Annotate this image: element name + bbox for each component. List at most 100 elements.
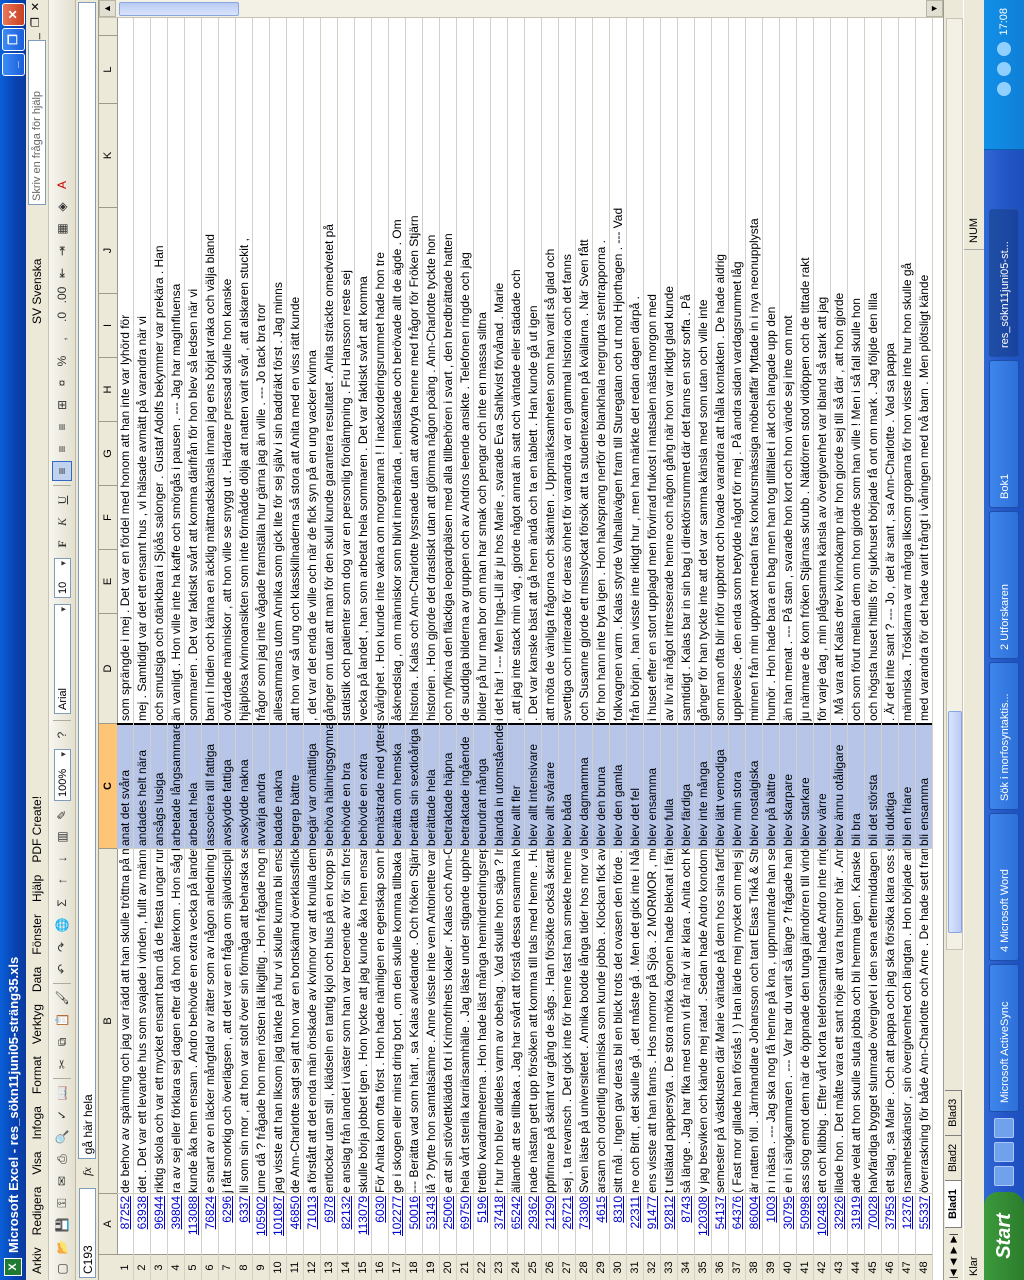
cell-d[interactable]: statistik och patienter som dog var en p… bbox=[338, 18, 354, 723]
cell-d[interactable]: för varje dag , min plågsamma känsla av … bbox=[814, 18, 830, 723]
column-header-j[interactable]: J bbox=[99, 207, 117, 293]
scroll-down-icon[interactable]: ▼ bbox=[926, 0, 943, 17]
cell-b[interactable]: riktig skola och var ett mycket ensamt b… bbox=[151, 848, 167, 1193]
tray-volume-icon[interactable] bbox=[997, 41, 1011, 56]
cell-b[interactable]: ass slog emot dem när de öppnade den tun… bbox=[797, 848, 813, 1193]
cell-d[interactable]: och nyfikna den fläckiga leopardpälsen m… bbox=[440, 18, 456, 723]
currency-icon[interactable]: ¤ bbox=[52, 373, 72, 393]
decrease-decimal-icon[interactable]: .00 bbox=[52, 285, 72, 305]
comma-icon[interactable]: , bbox=[52, 329, 72, 349]
bold-icon[interactable]: F bbox=[52, 534, 72, 554]
redo-icon[interactable]: ↷ bbox=[52, 937, 72, 957]
align-center-icon[interactable]: ≡ bbox=[52, 439, 72, 459]
cell-d[interactable]: och högsta huset hittills för sjukhuset … bbox=[865, 18, 881, 723]
row-header[interactable]: 45 bbox=[865, 1254, 881, 1280]
menu-visa[interactable]: Visa bbox=[30, 1145, 44, 1180]
cell-d[interactable]: som sprängde i mej . Det var en fördel m… bbox=[117, 18, 133, 723]
cell-d[interactable]: bilder på hur man bor om man har smak oc… bbox=[474, 18, 490, 723]
cell-d[interactable]: och Susanne gjorde ett misslyckat försök… bbox=[576, 18, 592, 723]
menu-redigera[interactable]: Redigera bbox=[30, 1181, 44, 1242]
cell-a[interactable]: 69750 bbox=[457, 1193, 473, 1254]
permission-icon[interactable]: ⚿ bbox=[52, 1193, 72, 1213]
cell-a[interactable]: 50998 bbox=[797, 1193, 813, 1254]
cut-icon[interactable]: ✂ bbox=[52, 1054, 72, 1074]
cell-b[interactable]: v jag besviken och kände mej ratad . Sed… bbox=[695, 848, 711, 1193]
row-header[interactable]: 22 bbox=[474, 1254, 490, 1280]
cell-d[interactable]: folkvagnen varm . Kalas styrde Valhallav… bbox=[610, 18, 626, 723]
cell-d[interactable]: gånger för han tyckte inte att det var s… bbox=[695, 18, 711, 723]
format-painter-icon[interactable]: 🖌 bbox=[52, 988, 72, 1008]
cell-a[interactable]: 6978 bbox=[321, 1193, 337, 1254]
row-header[interactable]: 36 bbox=[712, 1254, 728, 1280]
row-header[interactable]: 21 bbox=[457, 1254, 473, 1280]
cell-c[interactable]: blanda in utomstående bbox=[491, 723, 507, 848]
percent-icon[interactable]: % bbox=[52, 351, 72, 371]
last-sheet-icon[interactable]: ▶| bbox=[948, 1232, 959, 1244]
doc-minimize-icon[interactable]: _ bbox=[29, 33, 42, 39]
prev-sheet-icon[interactable]: ◀ bbox=[948, 1256, 959, 1268]
cell-c[interactable]: arbetade långsammare bbox=[168, 723, 184, 848]
cell-d[interactable]: humör . Hon hade bara en bag men han tog… bbox=[763, 18, 779, 723]
cell-c[interactable]: blev ensamma bbox=[644, 723, 660, 848]
row-header[interactable]: 33 bbox=[661, 1254, 677, 1280]
cell-b[interactable]: lå ? bytte hon samtalsämne . Anne visste… bbox=[423, 848, 439, 1193]
cell-a[interactable]: 21290 bbox=[542, 1193, 558, 1254]
cell-c[interactable]: bemästrade med yttersta bbox=[372, 723, 388, 848]
sort-descending-icon[interactable]: ↓ bbox=[52, 849, 72, 869]
align-left-icon[interactable]: ≡ bbox=[52, 461, 72, 481]
row-header[interactable]: 41 bbox=[797, 1254, 813, 1280]
help-icon[interactable]: ? bbox=[52, 725, 72, 745]
cell-c[interactable]: andades helt nära bbox=[134, 723, 150, 848]
row-header[interactable]: 7 bbox=[219, 1254, 235, 1280]
cell-d[interactable]: , det var det enda de ville och när de f… bbox=[304, 18, 320, 723]
row-header[interactable]: 24 bbox=[508, 1254, 524, 1280]
increase-indent-icon[interactable]: ⇥ bbox=[52, 241, 72, 261]
cell-c[interactable]: berätta sin sextioåriga bbox=[406, 723, 422, 848]
cell-c[interactable]: arbetat hela bbox=[185, 723, 201, 848]
menu-infoga[interactable]: Infoga bbox=[30, 1100, 44, 1145]
row-header[interactable]: 30 bbox=[610, 1254, 626, 1280]
cell-a[interactable]: 1003 bbox=[763, 1193, 779, 1254]
cell-a[interactable]: 102277 bbox=[389, 1193, 405, 1254]
cell-a[interactable]: 54137 bbox=[712, 1193, 728, 1254]
autosum-icon[interactable]: Σ bbox=[52, 893, 72, 913]
cell-d[interactable]: än vanligt . Hon ville inte ha kaffe och… bbox=[168, 18, 184, 723]
cell-a[interactable]: 65242 bbox=[508, 1193, 524, 1254]
font-select[interactable]: Arial bbox=[53, 604, 71, 714]
cell-d[interactable]: av liv när något intresserade henne och … bbox=[661, 18, 677, 723]
taskbar-item-excel[interactable]: res_sökn11juni05-st... bbox=[989, 209, 1019, 357]
row-header[interactable]: 11 bbox=[287, 1254, 303, 1280]
cell-d[interactable]: . Det var kanske bäst att gå hem ändå oc… bbox=[525, 18, 541, 723]
cell-c[interactable]: avskydde fattiga bbox=[219, 723, 235, 848]
cell-a[interactable]: 8310 bbox=[610, 1193, 626, 1254]
horizontal-scroll-thumb[interactable] bbox=[948, 711, 962, 933]
row-header[interactable]: 8 bbox=[236, 1254, 252, 1280]
cell-b[interactable]: e anslag från landet i väster som han va… bbox=[338, 848, 354, 1193]
row-header[interactable]: 25 bbox=[525, 1254, 541, 1280]
cell-b[interactable]: ens visste att han fanns . Hos mormor på… bbox=[644, 848, 660, 1193]
cell-b[interactable]: jag visste att han liksom jag tänkte på … bbox=[270, 848, 286, 1193]
cell-b[interactable]: överraskning för både Ann-Charlotte och … bbox=[916, 848, 932, 1193]
row-header[interactable]: 29 bbox=[593, 1254, 609, 1280]
cell-b[interactable]: ade velat att hon skulle sluta jobba och… bbox=[848, 848, 864, 1193]
cell-a[interactable]: 105902 bbox=[253, 1193, 269, 1254]
formula-input[interactable]: gå här hela bbox=[78, 2, 96, 1160]
tray-sync-icon[interactable] bbox=[997, 61, 1011, 76]
cell-c[interactable]: blev starkare bbox=[797, 723, 813, 848]
cell-c[interactable]: blev värre bbox=[814, 723, 830, 848]
cell-c[interactable]: berättade hela bbox=[423, 723, 439, 848]
cell-a[interactable]: 25006 bbox=[440, 1193, 456, 1254]
cell-b[interactable]: sitt mål . Ingen gav deras bil en blick … bbox=[610, 848, 626, 1193]
row-header[interactable]: 6 bbox=[202, 1254, 218, 1280]
row-header[interactable]: 3 bbox=[151, 1254, 167, 1280]
paste-icon[interactable]: 📋 bbox=[52, 1010, 72, 1030]
taskbar-item-utforskaren[interactable]: 2 Utforskaren bbox=[989, 511, 1019, 659]
cell-c[interactable]: blev inte många bbox=[695, 723, 711, 848]
cell-a[interactable]: 91477 bbox=[644, 1193, 660, 1254]
cell-b[interactable]: ett slag , sa Marie . Och att pappa och … bbox=[882, 848, 898, 1193]
cell-d[interactable]: och som förut mellan dem om hon gjorde s… bbox=[848, 18, 864, 723]
column-header-d[interactable]: D bbox=[99, 613, 117, 723]
cell-a[interactable]: 113079 bbox=[355, 1193, 371, 1254]
row-header[interactable]: 12 bbox=[304, 1254, 320, 1280]
column-header-c[interactable]: C bbox=[99, 723, 117, 848]
